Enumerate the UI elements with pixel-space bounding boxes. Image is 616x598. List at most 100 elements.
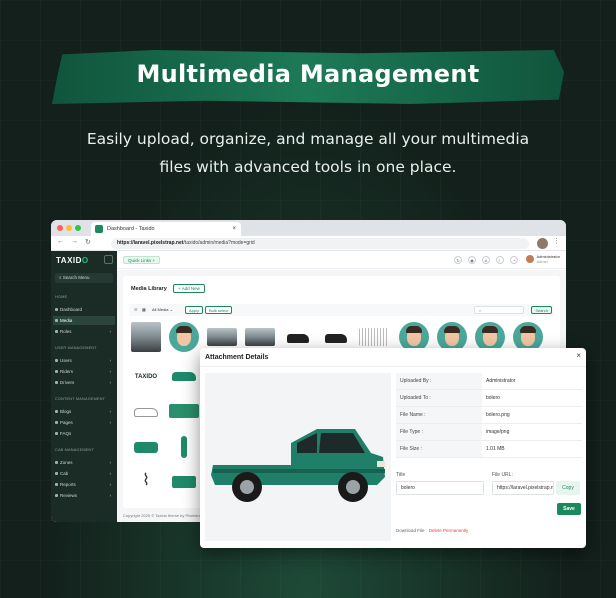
media-thumb-route-icon[interactable]: ⌇ (131, 466, 161, 496)
title-input[interactable]: bolero (396, 481, 484, 495)
info-label: File Type : (396, 424, 482, 440)
sidebar-item-label: Drivers (60, 380, 75, 385)
sidebar-item-label: Dashboard (60, 307, 83, 312)
media-thumb-taxido-logo[interactable]: TAXIDO (131, 362, 161, 392)
bulk-select-button[interactable]: Bulk select (205, 306, 233, 314)
back-arrow-icon[interactable]: ← (57, 238, 64, 245)
sidebar-section-home: HOME (55, 295, 68, 299)
close-window-dot[interactable] (57, 225, 63, 231)
globe-icon[interactable]: ◉ (468, 256, 476, 264)
language-icon[interactable]: A (482, 256, 490, 264)
sidebar-item-label: Pages (60, 420, 73, 425)
browser-menu-icon[interactable]: ⋮ (553, 237, 560, 245)
download-file-link[interactable]: Download File (396, 528, 425, 533)
copy-url-button[interactable]: Copy (556, 481, 580, 495)
green-figure-shape (181, 436, 187, 458)
sidebar-item-users[interactable]: Users › (53, 356, 115, 365)
moon-icon[interactable]: ☾ (496, 256, 504, 264)
media-thumb-green-car[interactable] (169, 362, 199, 392)
sidebar-item-label: Zones (60, 460, 73, 465)
quick-links-button[interactable]: Quick Links + (123, 256, 161, 264)
media-thumb-avatar[interactable] (169, 322, 199, 352)
bell-icon[interactable]: ◔ (510, 256, 518, 264)
media-thumb-road[interactable] (207, 328, 237, 346)
sidebar: TAXIDO ⌕ Search Menu HOME Dashboard Medi… (51, 251, 117, 522)
sidebar-item-label: Media (60, 318, 73, 323)
close-tab-icon[interactable]: × (232, 222, 236, 236)
sidebar-item-zones[interactable]: Zones › (53, 458, 115, 467)
url-path: /taxido/admin/media?mode=grid (183, 240, 255, 246)
user-menu[interactable]: Administrator Admin (526, 254, 560, 264)
apply-button[interactable]: Apply (185, 306, 204, 314)
media-thumb-car-rear[interactable] (131, 322, 161, 352)
media-type-value: All Media (152, 307, 169, 312)
media-thumb-green-van[interactable] (131, 432, 161, 462)
save-button[interactable]: Save (557, 503, 581, 515)
forward-arrow-icon[interactable]: → (71, 238, 78, 245)
delete-permanently-link[interactable]: Delete Permanently (429, 528, 469, 533)
sidebar-item-media[interactable]: Media (53, 316, 115, 325)
sidebar-item-label: Reports (60, 482, 76, 487)
chevron-right-icon: › (109, 369, 112, 374)
hero-subtitle: Easily upload, organize, and manage all … (60, 125, 556, 181)
sidebar-item-drivers[interactable]: Drivers › (53, 378, 115, 387)
info-label: File Size : (396, 441, 482, 457)
sidebar-section-cab-management: CAB MANAGEMENT (55, 448, 94, 452)
url-field[interactable]: https://laravel.pixelstrap.net/taxido/ad… (111, 238, 529, 249)
info-value: image/png (486, 429, 510, 435)
file-url-label: File URL: (492, 472, 513, 478)
sidebar-item-label: Blogs (60, 409, 72, 414)
hero-subtitle-line-2: files with advanced tools in one place. (159, 158, 457, 176)
chevron-right-icon: › (109, 329, 112, 334)
sidebar-item-label: Cab (60, 471, 69, 476)
sidebar-item-pages[interactable]: Pages › (53, 418, 115, 427)
file-url-input[interactable]: https://laravel.pixelstrap.net (492, 481, 554, 495)
info-value: bolero.png (486, 412, 510, 418)
sidebar-toggle-icon[interactable] (104, 255, 113, 264)
maximize-window-dot[interactable] (75, 225, 81, 231)
sidebar-item-label: Users (60, 358, 72, 363)
profile-avatar-icon[interactable] (537, 238, 548, 249)
info-row-file-size: File Size : 1.01 MB (396, 441, 582, 458)
refresh-icon[interactable]: ↻ (454, 256, 462, 264)
taxido-logo: TAXIDO (56, 256, 89, 265)
grid-view-icon[interactable]: ▦ (139, 306, 149, 314)
sidebar-item-dashboard[interactable]: Dashboard (53, 305, 115, 314)
truck-stripe (213, 469, 385, 473)
sidebar-item-blogs[interactable]: Blogs › (53, 407, 115, 416)
media-thumb-car-photo[interactable] (245, 328, 275, 346)
sidebar-item-faqs[interactable]: FAQs (53, 429, 115, 438)
hero-title: Multimedia Management (136, 60, 480, 88)
media-thumb-green-banner[interactable] (169, 404, 199, 418)
media-thumb-document[interactable] (359, 328, 389, 346)
chevron-right-icon: › (109, 380, 112, 385)
info-label: File Name : (396, 407, 482, 423)
media-thumb-green-figure[interactable] (169, 432, 199, 462)
sidebar-item-reviews[interactable]: Reviews › (53, 491, 115, 500)
sidebar-search-input[interactable]: ⌕ Search Menu (55, 273, 113, 283)
media-type-select[interactable]: All Media ⌄ (149, 306, 176, 314)
chevron-right-icon: › (109, 420, 112, 425)
reload-icon[interactable]: ↻ (85, 238, 91, 246)
close-icon[interactable]: × (576, 351, 581, 360)
media-thumb-green-truck[interactable] (169, 466, 199, 496)
attachment-details-modal: Attachment Details × Uploaded By : Admini… (200, 348, 586, 548)
sidebar-item-label: FAQs (60, 431, 72, 436)
green-van-shape (134, 442, 158, 453)
sidebar-section-user-management: USER MANAGEMENT (55, 346, 97, 350)
sidebar-item-riders[interactable]: Riders › (53, 367, 115, 376)
sidebar-search-placeholder: Search Menu (62, 275, 90, 280)
sidebar-item-reports[interactable]: Reports › (53, 480, 115, 489)
modal-divider (200, 366, 586, 367)
sidebar-item-cab[interactable]: Cab › (53, 469, 115, 478)
media-search-input[interactable]: ⌕ (474, 306, 524, 314)
media-thumb-white-car[interactable] (131, 398, 161, 428)
add-new-button[interactable]: + Add New (173, 284, 205, 293)
minimize-window-dot[interactable] (66, 225, 72, 231)
browser-tab[interactable]: Dashboard - Taxido × (91, 222, 241, 236)
browser-tab-title: Dashboard - Taxido (107, 226, 155, 232)
search-button[interactable]: Search (531, 306, 552, 314)
sidebar-item-roles[interactable]: Roles › (53, 327, 115, 336)
info-value: Administrator (486, 378, 516, 384)
chevron-right-icon: › (109, 460, 112, 465)
